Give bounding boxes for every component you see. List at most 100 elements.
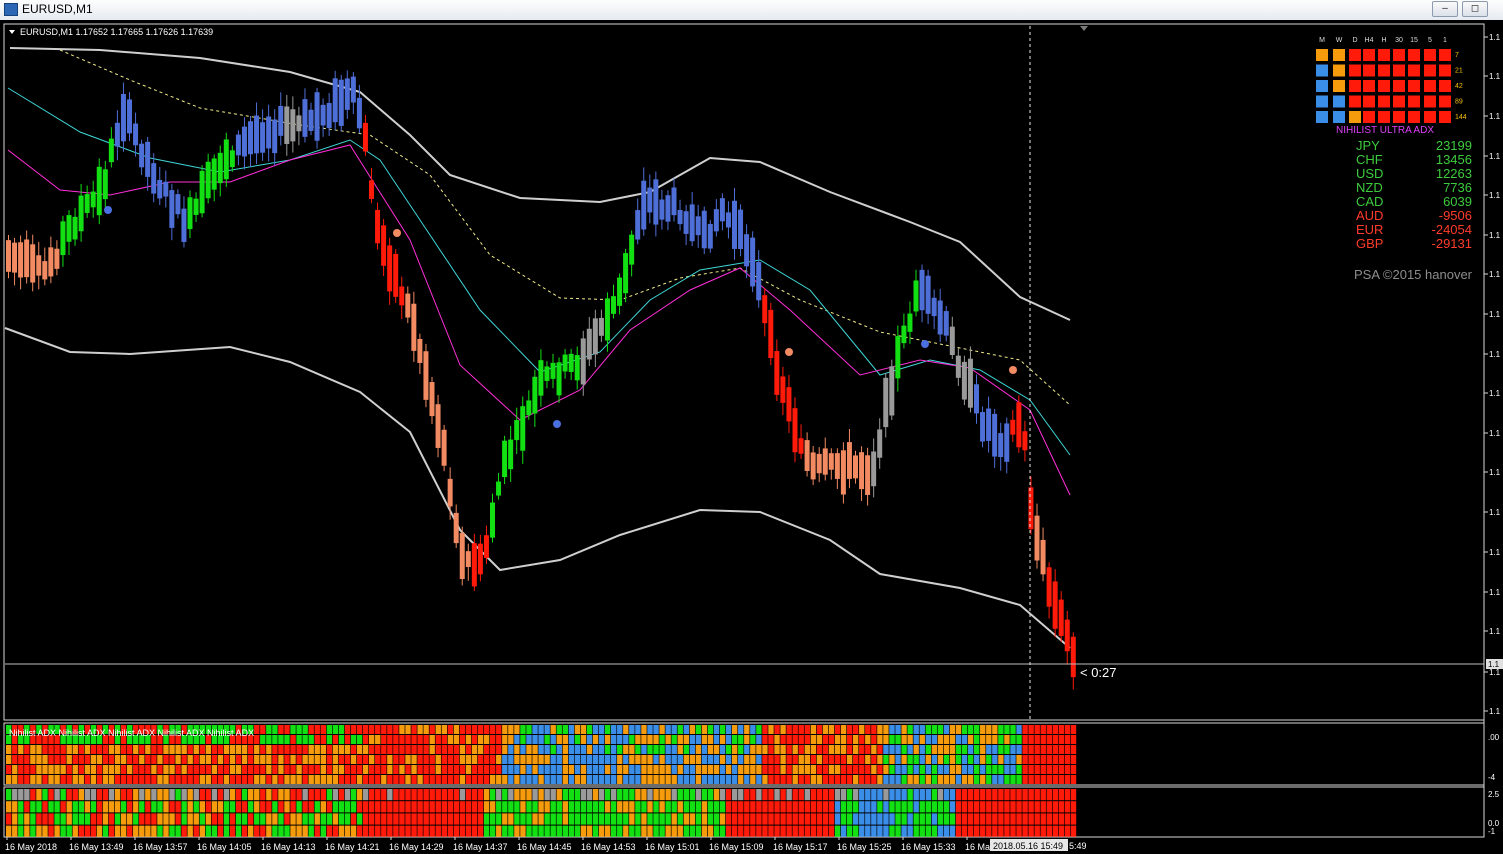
heatmap-cell	[937, 789, 944, 801]
heatmap-cell	[1070, 745, 1077, 754]
heatmap-cell	[187, 813, 193, 825]
heatmap-cell	[1022, 825, 1028, 837]
heatmap-cell	[629, 813, 635, 825]
candle-body	[556, 362, 562, 396]
candle	[840, 442, 846, 504]
heatmap-cell	[78, 801, 84, 813]
heatmap-cell	[798, 765, 804, 774]
heatmap-cell	[780, 789, 786, 801]
heatmap-cell	[508, 745, 514, 754]
candle	[423, 343, 429, 408]
heatmap-cell	[6, 801, 12, 813]
heatmap-cell	[1040, 789, 1046, 801]
candle-body	[145, 141, 151, 177]
heatmap-cell	[114, 775, 121, 784]
heatmap-cell	[598, 775, 605, 784]
heatmap-cell	[435, 825, 441, 837]
heatmap-cell	[1064, 801, 1071, 813]
heatmap-cell	[732, 813, 738, 825]
heatmap-cell	[169, 825, 175, 837]
heatmap-cell	[671, 745, 677, 754]
heatmap-cell	[356, 765, 363, 774]
heatmap-cell	[102, 825, 109, 837]
heatmap-cell	[671, 725, 677, 734]
heatmap-cell	[774, 725, 780, 734]
heatmap-cell	[659, 725, 665, 734]
heatmap-cell	[302, 789, 308, 801]
candle-body	[526, 400, 532, 416]
heatmap-cell	[465, 725, 472, 734]
heatmap-cell	[1070, 813, 1077, 825]
time-axis-label: 16 May 14:05	[197, 842, 252, 852]
candle-body	[30, 244, 36, 283]
heatmap-cell	[435, 801, 441, 813]
heatmap-cell	[229, 789, 236, 801]
heatmap-cell	[611, 725, 617, 734]
price-axis-tick-label: 1.1	[1489, 350, 1501, 359]
heatmap-cell	[883, 775, 889, 784]
heatmap-cell	[1034, 745, 1040, 754]
heatmap-cell	[223, 755, 230, 764]
currency-name: JPY	[1356, 138, 1380, 153]
minimize-button[interactable]: ‒	[1432, 1, 1458, 17]
candle-body	[998, 433, 1004, 458]
heatmap-cell	[762, 789, 768, 801]
candle-body	[387, 245, 393, 292]
heatmap-cell	[254, 801, 260, 813]
heatmap-cell	[1034, 735, 1040, 744]
heatmap-cell	[707, 725, 714, 734]
heatmap-cell	[550, 755, 556, 764]
heatmap-cell	[187, 755, 193, 764]
heatmap-cell	[786, 801, 792, 813]
heatmap-cell	[278, 745, 284, 754]
heatmap-cell	[193, 755, 199, 764]
heatmap-cell	[1022, 813, 1028, 825]
heatmap-cell	[127, 765, 133, 774]
adx-grid-cell	[1349, 64, 1361, 77]
maximize-button[interactable]: ◻	[1462, 1, 1488, 17]
adx-grid-cell	[1349, 95, 1361, 108]
candle-body	[90, 191, 96, 208]
heatmap-cell	[598, 755, 605, 764]
candle-body	[659, 199, 665, 220]
adx-grid-cell	[1424, 95, 1436, 108]
window-title: EURUSD,M1	[22, 2, 93, 16]
heatmap-cell	[248, 825, 254, 837]
candle-body	[804, 440, 810, 471]
heatmap-cell	[943, 789, 950, 801]
heatmap-cell	[689, 825, 696, 837]
adx-timeframe-label: M	[1319, 37, 1325, 44]
heatmap-cell	[471, 745, 478, 754]
heatmap-cell	[356, 801, 363, 813]
price-chart[interactable]: EURUSD,M1 1.17652 1.17665 1.17626 1.1763…	[0, 20, 1503, 854]
heatmap-cell	[139, 745, 145, 754]
adx-grid-cell	[1333, 49, 1345, 61]
heatmap-cell	[369, 775, 375, 784]
heatmap-cell	[780, 801, 786, 813]
adx-grid-cell	[1316, 80, 1328, 92]
heatmap-cell	[356, 813, 363, 825]
heatmap-cell	[205, 789, 212, 801]
heatmap-cell	[60, 745, 66, 754]
heatmap-cell	[931, 765, 938, 774]
heatmap-cell	[36, 801, 42, 813]
heatmap-cell	[502, 735, 508, 744]
heatmap-cell	[181, 801, 187, 813]
candle-body	[859, 452, 865, 490]
candle	[199, 165, 205, 218]
heatmap-cell	[901, 755, 907, 764]
candle-body	[84, 194, 90, 213]
heatmap-cell	[356, 735, 363, 744]
heatmap-cell	[375, 801, 381, 813]
heatmap-cell	[586, 789, 593, 801]
heatmap-cell	[877, 775, 883, 784]
heatmap-cell	[659, 745, 665, 754]
candle-body	[248, 121, 253, 155]
heatmap-cell	[1016, 755, 1022, 764]
heatmap-cell	[617, 735, 623, 744]
candle-body	[502, 440, 508, 478]
candle	[738, 204, 744, 257]
heatmap-cell	[272, 755, 278, 764]
heatmap-cell	[42, 745, 48, 754]
heatmap-cell	[490, 745, 496, 754]
